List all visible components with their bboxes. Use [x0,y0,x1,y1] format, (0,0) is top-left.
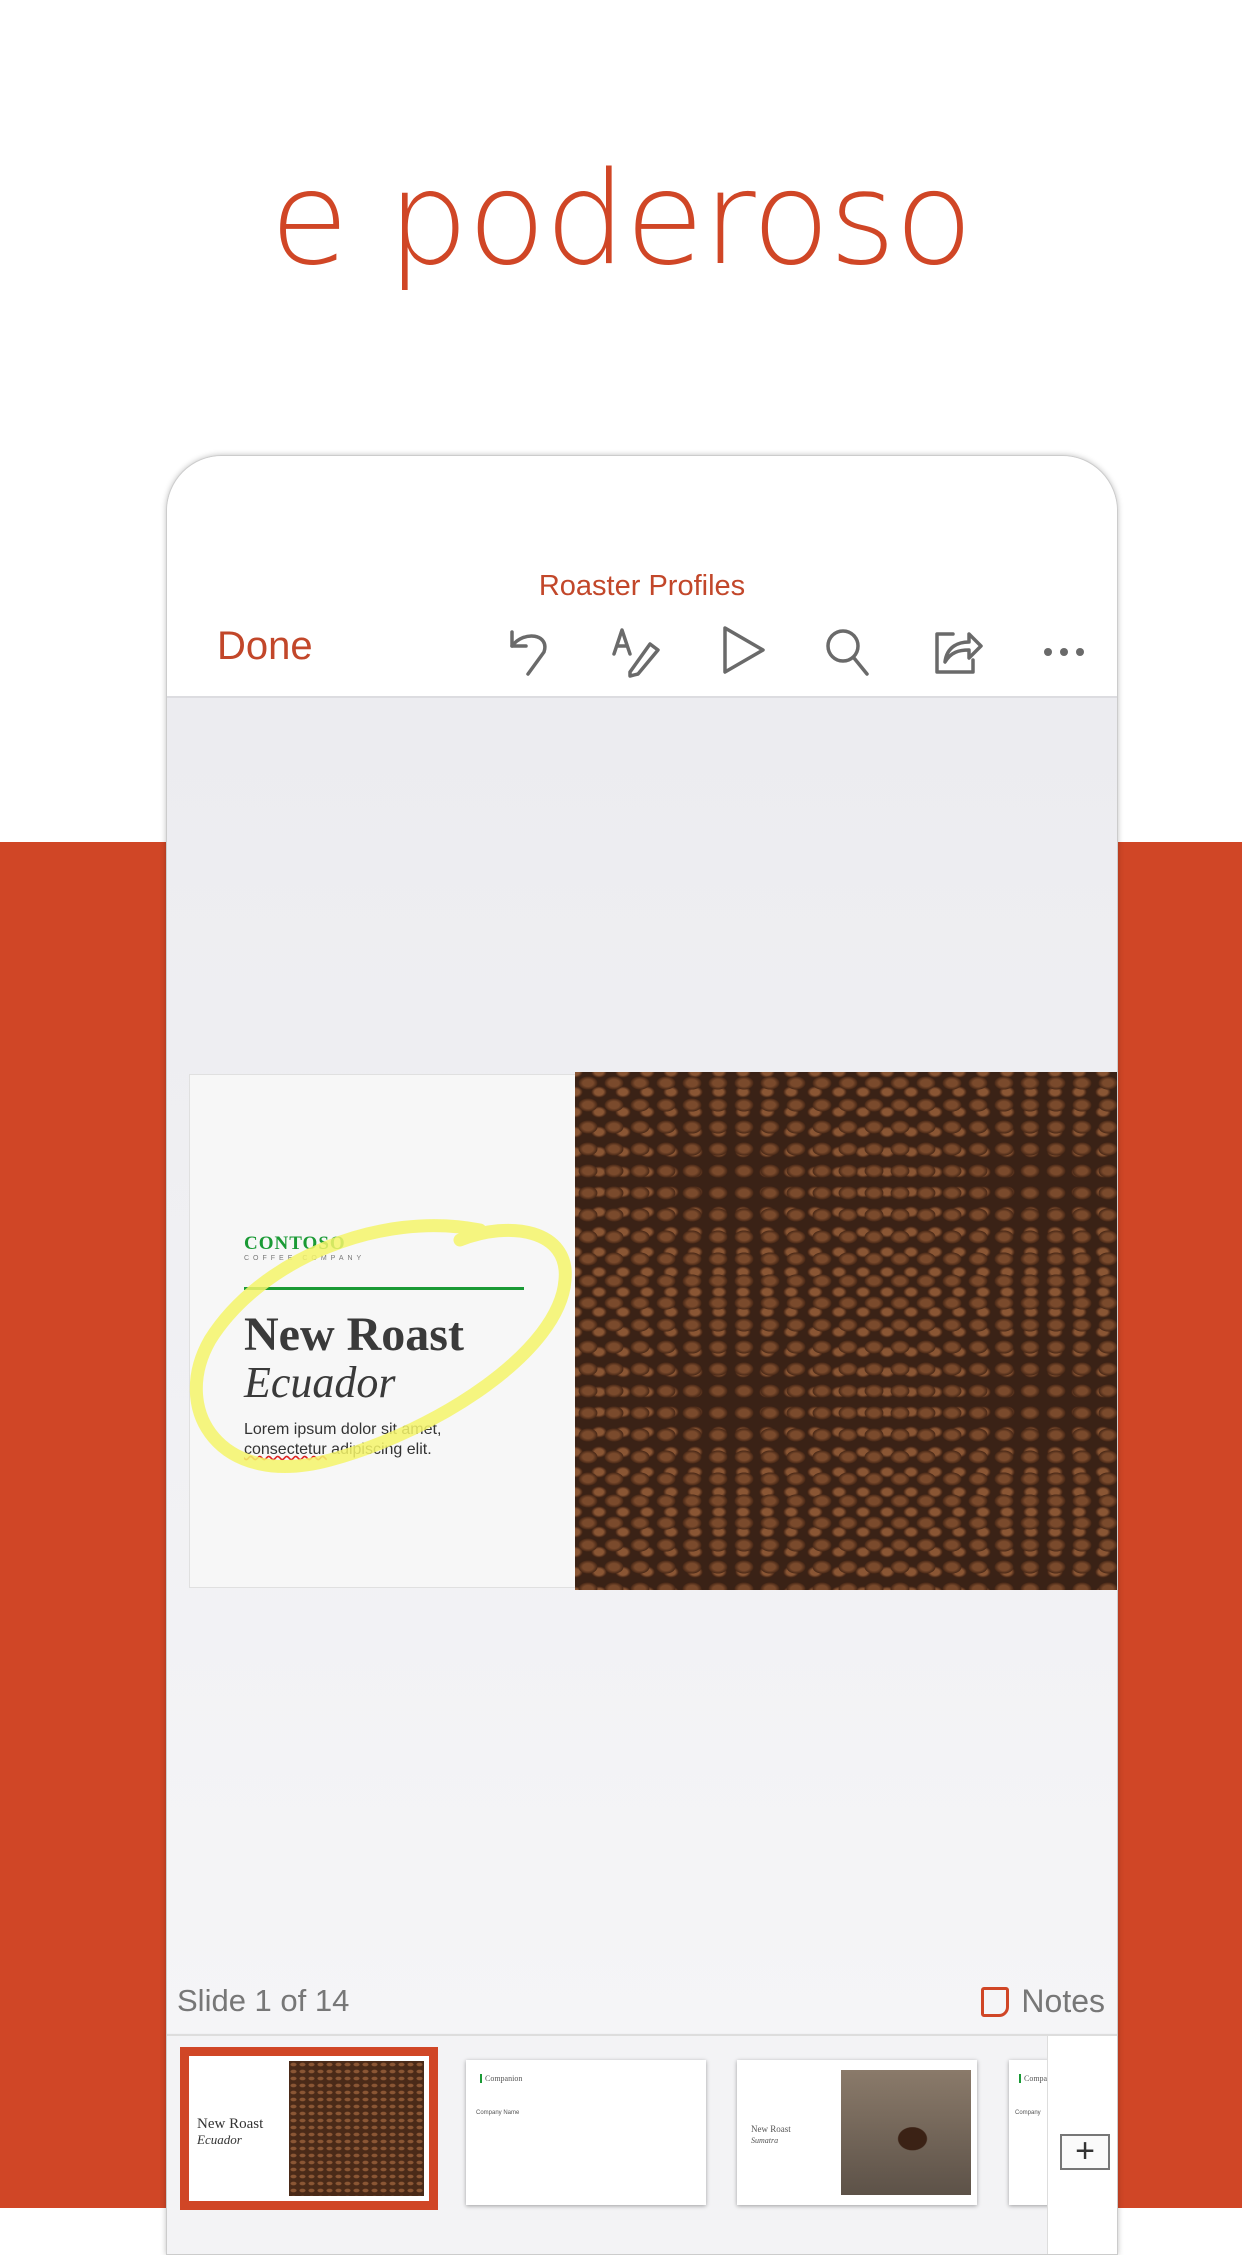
thumb-image [289,2061,424,2196]
thumb-title: New Roast [751,2124,791,2134]
draw-icon[interactable] [608,622,664,678]
slide-canvas[interactable]: CONTOSO COFFEE COMPANY New Roast Ecuador… [167,698,1117,2033]
done-button[interactable]: Done [217,624,313,669]
spelling-error-word: consectetur [244,1441,327,1458]
more-icon[interactable] [1036,622,1092,678]
slide-thumbnail-1[interactable]: New Roast Ecuador [180,2047,438,2210]
document-title[interactable]: Roaster Profiles [167,570,1117,603]
notes-label: Notes [1021,1983,1105,2019]
slide-thumbnail-3[interactable]: New Roast Sumatra [737,2060,977,2205]
thumb-subtitle: Ecuador [197,2132,242,2147]
slide-thumbnail-2[interactable]: Companion Company Name [466,2060,706,2205]
app-window: Roaster Profiles Done CONTOSO COFFEE COM… [166,455,1118,2255]
thumb-title: Compa [1019,2074,1047,2083]
current-slide[interactable]: CONTOSO COFFEE COMPANY New Roast Ecuador… [189,1072,1117,1590]
slide-counter: Slide 1 of 14 [177,1983,350,2018]
thumbnail-strip[interactable]: New Roast Ecuador Companion Company Name… [167,2034,1117,2254]
thumb-subtitle: Company Name [476,2110,520,2116]
slide-brand-sub: COFFEE COMPANY [244,1255,366,1262]
coffee-beans-image [575,1072,1117,1590]
body-line-1: Lorem ipsum dolor sit amet, [244,1421,442,1438]
promo-headline: e poderoso [269,145,973,294]
search-icon[interactable] [821,622,877,678]
thumb-title: Companion [480,2074,522,2083]
notes-button[interactable]: Notes [981,1983,1105,2020]
thumb-title: New Roast [197,2116,264,2132]
body-line-2: adipiscing elit. [326,1441,432,1458]
status-bar: Slide 1 of 14 Notes [167,1983,1117,2033]
notes-icon [981,1986,1010,2017]
slide-divider [244,1287,524,1290]
thumb-image [841,2070,971,2195]
slide-title: New Roast [244,1308,464,1361]
top-bar: Roaster Profiles Done [167,456,1117,698]
share-icon[interactable] [929,622,985,678]
play-icon[interactable] [715,622,771,678]
add-slide-panel: + [1047,2036,1117,2254]
slide-body: Lorem ipsum dolor sit amet, consectetur a… [244,1420,474,1460]
slide-brand: CONTOSO [244,1233,346,1254]
add-slide-button[interactable]: + [1060,2134,1110,2170]
undo-icon[interactable] [502,622,558,678]
slide-subtitle: Ecuador [244,1358,396,1407]
thumb-subtitle: Company [1015,2110,1041,2116]
thumb-subtitle: Sumatra [751,2136,779,2145]
